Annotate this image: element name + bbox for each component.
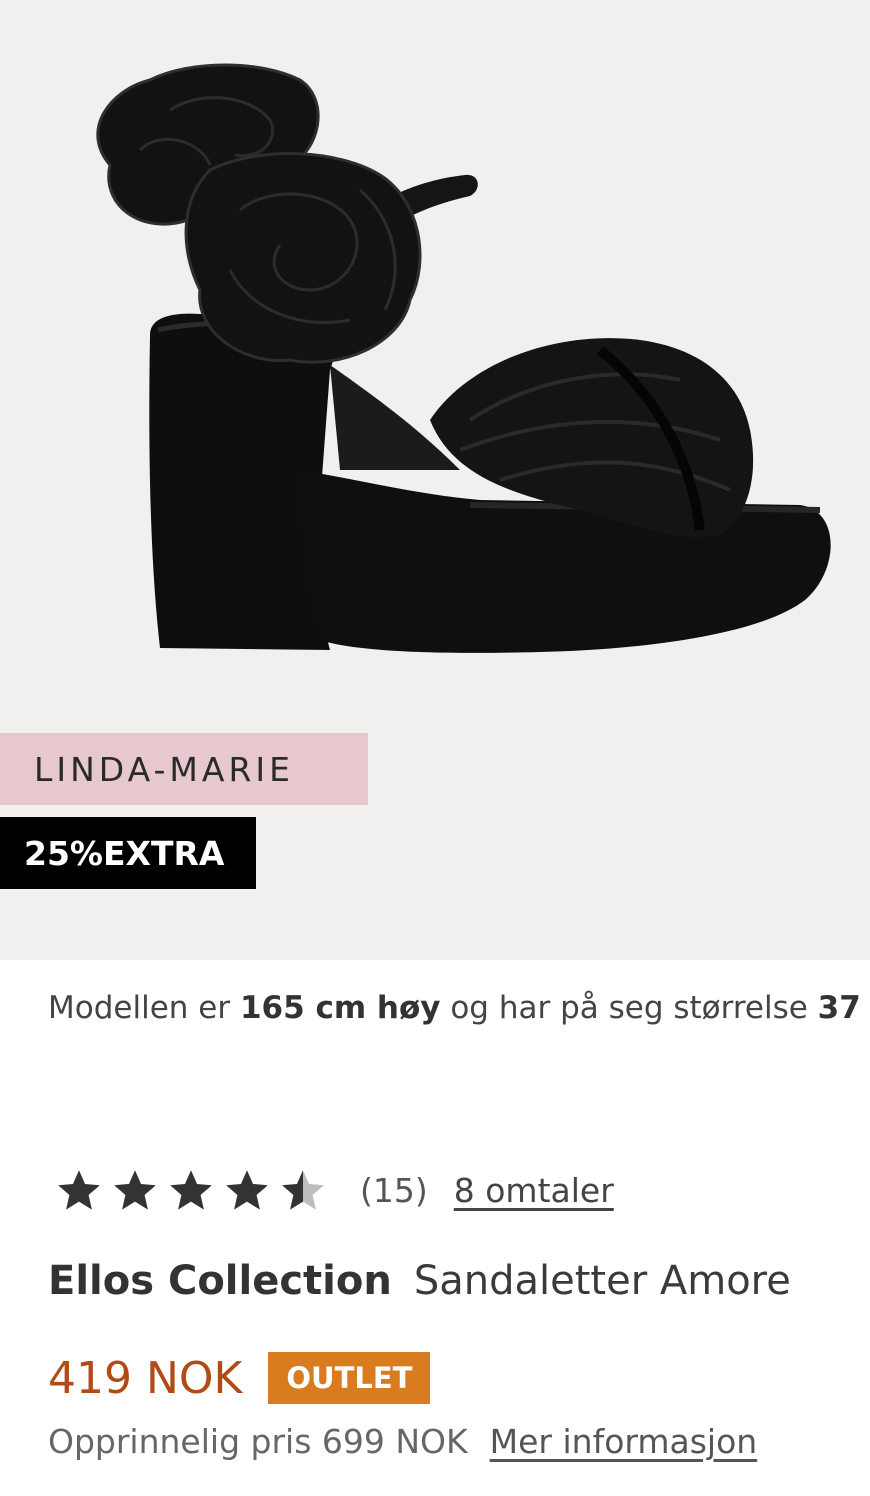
star-icon — [58, 1170, 100, 1210]
model-info-text: Modellen er 165 cm høy og har på seg stø… — [48, 990, 870, 1026]
reviews-link[interactable]: 8 omtaler — [454, 1171, 614, 1210]
review-count: (15) — [360, 1170, 428, 1210]
star-icon — [170, 1170, 212, 1210]
model-height: 165 cm høy — [239, 990, 441, 1026]
product-page: LINDA-MARIE 25%EXTRA Modellen er 165 cm … — [0, 0, 870, 1496]
more-info-link[interactable]: Mer informasjon — [490, 1422, 758, 1461]
product-brand[interactable]: Ellos Collection — [48, 1258, 392, 1304]
product-title: Ellos Collection Sandaletter Amore — [48, 1258, 791, 1304]
sandal-image — [96, 63, 831, 653]
half-star-icon — [282, 1170, 324, 1210]
model-size: 37 — [817, 990, 861, 1026]
brand-badge: LINDA-MARIE — [0, 733, 368, 805]
rating-row: (15) 8 omtaler — [52, 1162, 614, 1218]
original-price: Opprinnelig pris 699 NOK — [48, 1422, 468, 1461]
current-price: 419 NOK — [48, 1352, 243, 1404]
model-info-middle: og har på seg størrelse — [440, 990, 818, 1026]
original-price-row: Opprinnelig pris 699 NOK Mer informasjon — [48, 1422, 757, 1461]
product-image[interactable]: LINDA-MARIE 25%EXTRA — [0, 0, 870, 960]
promo-badge: 25%EXTRA — [0, 817, 256, 889]
outlet-badge: OUTLET — [268, 1352, 431, 1404]
model-info-prefix: Modellen er — [48, 990, 240, 1026]
product-name: Sandaletter Amore — [413, 1258, 791, 1304]
price-row: 419 NOK OUTLET — [48, 1352, 431, 1404]
star-icon — [226, 1170, 268, 1210]
star-rating — [52, 1165, 330, 1215]
star-icon — [114, 1170, 156, 1210]
